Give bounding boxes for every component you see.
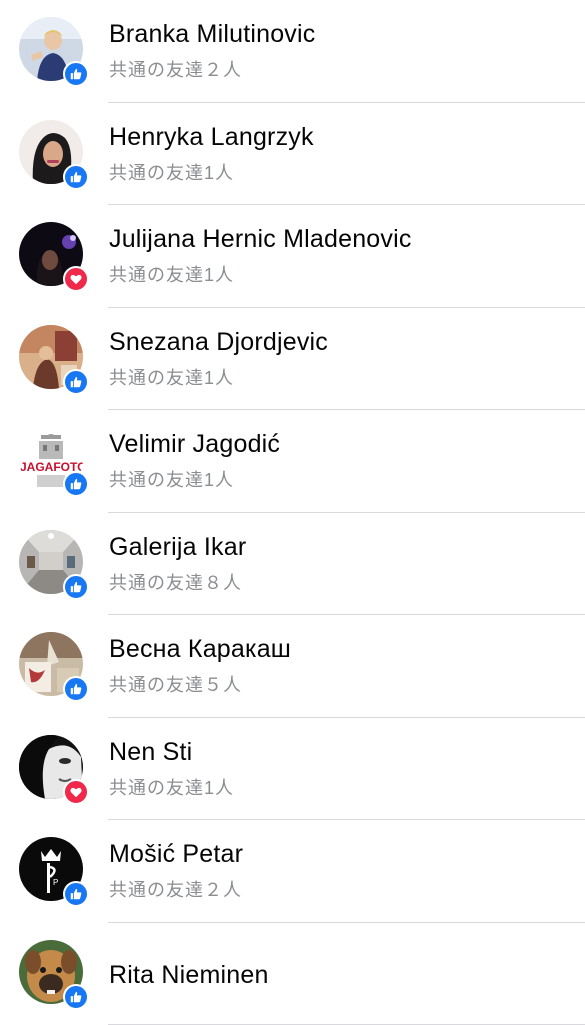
like-badge (63, 369, 89, 395)
avatar-container[interactable] (19, 222, 83, 286)
mutual-friends-count: 共通の友達２人 (109, 876, 242, 902)
avatar-container[interactable] (19, 120, 83, 184)
love-badge (63, 779, 89, 805)
person-name[interactable]: Julijana Hernic Mladenovic (109, 225, 412, 254)
thumbs-up-icon (69, 990, 83, 1004)
person-name[interactable]: Henryka Langrzyk (109, 123, 314, 152)
like-badge (63, 164, 89, 190)
mutual-friends-count: 共通の友達1人 (109, 774, 234, 800)
thumbs-up-icon (69, 477, 83, 491)
avatar-container[interactable] (19, 735, 83, 799)
person-name[interactable]: Nen Sti (109, 738, 192, 767)
list-item[interactable]: Julijana Hernic Mladenovic 共通の友達1人 (0, 205, 585, 308)
mutual-friends-count: 共通の友達８人 (109, 569, 242, 595)
person-name[interactable]: Branka Milutinovic (109, 20, 315, 49)
mutual-friends-count: 共通の友達1人 (109, 261, 234, 287)
like-badge (63, 574, 89, 600)
list-item[interactable]: Branka Milutinovic 共通の友達２人 (0, 0, 585, 103)
avatar-container[interactable] (19, 632, 83, 696)
mutual-friends-count: 共通の友達２人 (109, 56, 242, 82)
list-item[interactable]: Весна Каракаш 共通の友達５人 (0, 615, 585, 718)
mutual-friends-count: 共通の友達５人 (109, 671, 242, 697)
person-name[interactable]: Galerija Ikar (109, 533, 246, 562)
mutual-friends-count: 共通の友達1人 (109, 159, 234, 185)
like-badge (63, 676, 89, 702)
list-item[interactable]: JAGAFOTO Velimir Jagodić 共通の友達1人 (0, 410, 585, 513)
avatar-container[interactable] (19, 17, 83, 81)
list-item[interactable]: Henryka Langrzyk 共通の友達1人 (0, 103, 585, 206)
thumbs-up-icon (69, 170, 83, 184)
thumbs-up-icon (69, 375, 83, 389)
person-name[interactable]: Velimir Jagodić (109, 430, 280, 459)
reactions-list: Branka Milutinovic 共通の友達２人 Henryka La (0, 0, 585, 1025)
avatar-container[interactable] (19, 325, 83, 389)
thumbs-up-icon (69, 580, 83, 594)
mutual-friends-count: 共通の友達1人 (109, 364, 234, 390)
person-name[interactable]: Весна Каракаш (109, 635, 291, 664)
avatar-container[interactable] (19, 530, 83, 594)
avatar-container[interactable]: P (19, 837, 83, 901)
heart-icon (69, 272, 83, 286)
like-badge (63, 471, 89, 497)
like-badge (63, 881, 89, 907)
mutual-friends-count: 共通の友達1人 (109, 466, 234, 492)
thumbs-up-icon (69, 67, 83, 81)
list-item[interactable]: Rita Nieminen (0, 923, 585, 1025)
list-item[interactable]: P Mošić Petar 共通の友達２人 (0, 820, 585, 923)
thumbs-up-icon (69, 682, 83, 696)
svg-text:P: P (53, 878, 58, 887)
thumbs-up-icon (69, 887, 83, 901)
list-item[interactable]: Nen Sti 共通の友達1人 (0, 718, 585, 821)
avatar-container[interactable]: JAGAFOTO (19, 427, 83, 491)
person-name[interactable]: Rita Nieminen (109, 961, 269, 990)
love-badge (63, 266, 89, 292)
heart-icon (69, 785, 83, 799)
avatar-container[interactable] (19, 940, 83, 1004)
person-name[interactable]: Snezana Djordjevic (109, 328, 328, 357)
list-item[interactable]: Galerija Ikar 共通の友達８人 (0, 513, 585, 616)
like-badge (63, 984, 89, 1010)
person-name[interactable]: Mošić Petar (109, 840, 243, 869)
like-badge (63, 61, 89, 87)
list-item[interactable]: Snezana Djordjevic 共通の友達1人 (0, 308, 585, 411)
